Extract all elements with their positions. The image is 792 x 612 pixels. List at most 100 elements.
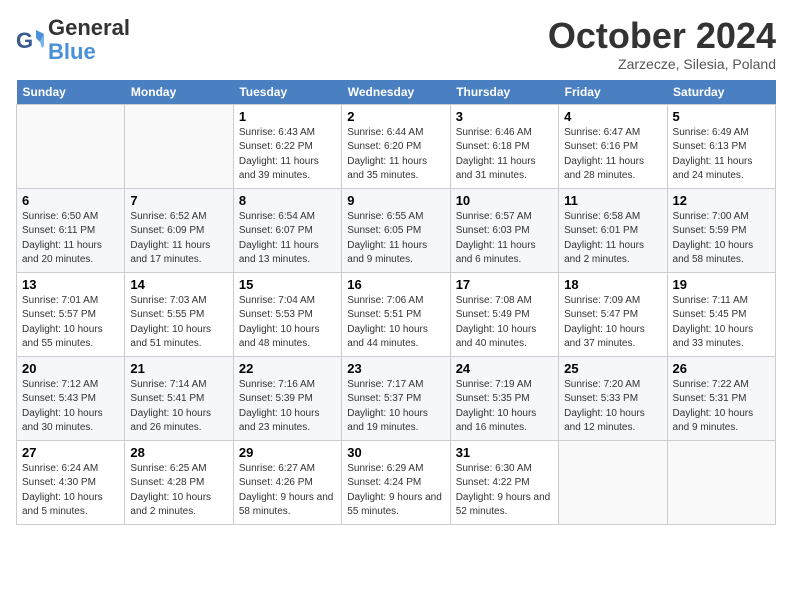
calendar-cell: 26 Sunrise: 7:22 AM Sunset: 5:31 PM Dayli… xyxy=(667,356,775,440)
calendar-cell: 31Sunrise: 6:30 AM Sunset: 4:22 PM Dayli… xyxy=(450,440,558,524)
calendar-cell: 27 Sunrise: 6:24 AM Sunset: 4:30 PM Dayli… xyxy=(17,440,125,524)
page-header: G GeneralBlue October 2024 Zarzecze, Sil… xyxy=(16,16,776,72)
calendar-cell: 8 Sunrise: 6:54 AM Sunset: 6:07 PM Daylig… xyxy=(233,188,341,272)
day-number: 30 xyxy=(347,445,444,460)
calendar-cell: 2Sunrise: 6:44 AM Sunset: 6:20 PM Daylig… xyxy=(342,104,450,188)
calendar-cell: 5 Sunrise: 6:49 AM Sunset: 6:13 PM Daylig… xyxy=(667,104,775,188)
day-detail: Sunrise: 6:47 AM Sunset: 6:16 PM Dayligh… xyxy=(564,126,661,184)
day-detail: Sunrise: 6:49 AM Sunset: 6:13 PM Dayligh… xyxy=(673,126,770,184)
day-number: 12 xyxy=(673,193,770,208)
day-detail: Sunrise: 7:06 AM Sunset: 5:51 PM Dayligh… xyxy=(347,294,444,352)
calendar-cell: 24 Sunrise: 7:19 AM Sunset: 5:35 PM Dayli… xyxy=(450,356,558,440)
calendar-cell: 23 Sunrise: 7:17 AM Sunset: 5:37 PM Dayli… xyxy=(342,356,450,440)
day-number: 27 xyxy=(22,445,119,460)
day-number: 22 xyxy=(239,361,336,376)
calendar-cell: 30Sunrise: 6:29 AM Sunset: 4:24 PM Dayli… xyxy=(342,440,450,524)
col-header-wednesday: Wednesday xyxy=(342,80,450,105)
day-detail: Sunrise: 7:19 AM Sunset: 5:35 PM Dayligh… xyxy=(456,378,553,436)
day-number: 16 xyxy=(347,277,444,292)
col-header-sunday: Sunday xyxy=(17,80,125,105)
day-detail: Sunrise: 7:09 AM Sunset: 5:47 PM Dayligh… xyxy=(564,294,661,352)
day-detail: Sunrise: 7:16 AM Sunset: 5:39 PM Dayligh… xyxy=(239,378,336,436)
day-number: 31 xyxy=(456,445,553,460)
calendar-cell xyxy=(125,104,233,188)
day-detail: Sunrise: 6:24 AM Sunset: 4:30 PM Dayligh… xyxy=(22,462,119,520)
calendar-cell xyxy=(17,104,125,188)
day-number: 17 xyxy=(456,277,553,292)
day-detail: Sunrise: 7:08 AM Sunset: 5:49 PM Dayligh… xyxy=(456,294,553,352)
day-number: 23 xyxy=(347,361,444,376)
day-detail: Sunrise: 6:25 AM Sunset: 4:28 PM Dayligh… xyxy=(130,462,227,520)
calendar-cell: 17 Sunrise: 7:08 AM Sunset: 5:49 PM Dayli… xyxy=(450,272,558,356)
day-detail: Sunrise: 6:55 AM Sunset: 6:05 PM Dayligh… xyxy=(347,210,444,268)
calendar-cell: 11 Sunrise: 6:58 AM Sunset: 6:01 PM Dayli… xyxy=(559,188,667,272)
day-number: 18 xyxy=(564,277,661,292)
location: Zarzecze, Silesia, Poland xyxy=(548,56,776,72)
calendar-cell: 22 Sunrise: 7:16 AM Sunset: 5:39 PM Dayli… xyxy=(233,356,341,440)
week-row-2: 6 Sunrise: 6:50 AM Sunset: 6:11 PM Daylig… xyxy=(17,188,776,272)
day-number: 8 xyxy=(239,193,336,208)
day-number: 26 xyxy=(673,361,770,376)
calendar-cell: 14Sunrise: 7:03 AM Sunset: 5:55 PM Dayli… xyxy=(125,272,233,356)
day-detail: Sunrise: 6:46 AM Sunset: 6:18 PM Dayligh… xyxy=(456,126,553,184)
day-number: 6 xyxy=(22,193,119,208)
day-detail: Sunrise: 7:00 AM Sunset: 5:59 PM Dayligh… xyxy=(673,210,770,268)
day-detail: Sunrise: 7:22 AM Sunset: 5:31 PM Dayligh… xyxy=(673,378,770,436)
day-number: 7 xyxy=(130,193,227,208)
title-block: October 2024 Zarzecze, Silesia, Poland xyxy=(548,16,776,72)
day-detail: Sunrise: 6:44 AM Sunset: 6:20 PM Dayligh… xyxy=(347,126,444,184)
day-detail: Sunrise: 7:14 AM Sunset: 5:41 PM Dayligh… xyxy=(130,378,227,436)
day-number: 15 xyxy=(239,277,336,292)
day-number: 10 xyxy=(456,193,553,208)
calendar-cell: 18 Sunrise: 7:09 AM Sunset: 5:47 PM Dayli… xyxy=(559,272,667,356)
col-header-saturday: Saturday xyxy=(667,80,775,105)
day-detail: Sunrise: 6:27 AM Sunset: 4:26 PM Dayligh… xyxy=(239,462,336,520)
day-number: 9 xyxy=(347,193,444,208)
day-number: 13 xyxy=(22,277,119,292)
day-detail: Sunrise: 6:43 AM Sunset: 6:22 PM Dayligh… xyxy=(239,126,336,184)
calendar-cell: 6 Sunrise: 6:50 AM Sunset: 6:11 PM Daylig… xyxy=(17,188,125,272)
day-detail: Sunrise: 6:50 AM Sunset: 6:11 PM Dayligh… xyxy=(22,210,119,268)
day-detail: Sunrise: 6:54 AM Sunset: 6:07 PM Dayligh… xyxy=(239,210,336,268)
week-row-4: 20 Sunrise: 7:12 AM Sunset: 5:43 PM Dayli… xyxy=(17,356,776,440)
calendar-cell: 21 Sunrise: 7:14 AM Sunset: 5:41 PM Dayli… xyxy=(125,356,233,440)
calendar-cell: 4 Sunrise: 6:47 AM Sunset: 6:16 PM Daylig… xyxy=(559,104,667,188)
day-number: 29 xyxy=(239,445,336,460)
day-detail: Sunrise: 6:58 AM Sunset: 6:01 PM Dayligh… xyxy=(564,210,661,268)
day-number: 1 xyxy=(239,109,336,124)
day-detail: Sunrise: 7:17 AM Sunset: 5:37 PM Dayligh… xyxy=(347,378,444,436)
day-detail: Sunrise: 6:57 AM Sunset: 6:03 PM Dayligh… xyxy=(456,210,553,268)
day-number: 5 xyxy=(673,109,770,124)
day-number: 11 xyxy=(564,193,661,208)
calendar-cell: 29 Sunrise: 6:27 AM Sunset: 4:26 PM Dayli… xyxy=(233,440,341,524)
calendar-cell: 28 Sunrise: 6:25 AM Sunset: 4:28 PM Dayli… xyxy=(125,440,233,524)
logo-icon: G xyxy=(16,26,44,54)
col-header-tuesday: Tuesday xyxy=(233,80,341,105)
calendar-cell: 7 Sunrise: 6:52 AM Sunset: 6:09 PM Daylig… xyxy=(125,188,233,272)
calendar-cell: 3 Sunrise: 6:46 AM Sunset: 6:18 PM Daylig… xyxy=(450,104,558,188)
svg-text:G: G xyxy=(16,28,33,53)
day-number: 20 xyxy=(22,361,119,376)
calendar-cell: 15 Sunrise: 7:04 AM Sunset: 5:53 PM Dayli… xyxy=(233,272,341,356)
calendar-cell: 9 Sunrise: 6:55 AM Sunset: 6:05 PM Daylig… xyxy=(342,188,450,272)
week-row-3: 13Sunrise: 7:01 AM Sunset: 5:57 PM Dayli… xyxy=(17,272,776,356)
day-number: 3 xyxy=(456,109,553,124)
day-detail: Sunrise: 7:12 AM Sunset: 5:43 PM Dayligh… xyxy=(22,378,119,436)
calendar-cell: 25 Sunrise: 7:20 AM Sunset: 5:33 PM Dayli… xyxy=(559,356,667,440)
day-number: 14 xyxy=(130,277,227,292)
logo: G GeneralBlue xyxy=(16,16,130,64)
calendar-cell: 13Sunrise: 7:01 AM Sunset: 5:57 PM Dayli… xyxy=(17,272,125,356)
calendar-cell: 10 Sunrise: 6:57 AM Sunset: 6:03 PM Dayli… xyxy=(450,188,558,272)
month-title: October 2024 xyxy=(548,16,776,56)
day-detail: Sunrise: 6:52 AM Sunset: 6:09 PM Dayligh… xyxy=(130,210,227,268)
day-detail: Sunrise: 7:20 AM Sunset: 5:33 PM Dayligh… xyxy=(564,378,661,436)
day-number: 25 xyxy=(564,361,661,376)
calendar-cell: 16 Sunrise: 7:06 AM Sunset: 5:51 PM Dayli… xyxy=(342,272,450,356)
day-number: 28 xyxy=(130,445,227,460)
day-number: 4 xyxy=(564,109,661,124)
day-number: 24 xyxy=(456,361,553,376)
day-detail: Sunrise: 7:04 AM Sunset: 5:53 PM Dayligh… xyxy=(239,294,336,352)
day-number: 21 xyxy=(130,361,227,376)
header-row: SundayMondayTuesdayWednesdayThursdayFrid… xyxy=(17,80,776,105)
calendar-cell: 19Sunrise: 7:11 AM Sunset: 5:45 PM Dayli… xyxy=(667,272,775,356)
